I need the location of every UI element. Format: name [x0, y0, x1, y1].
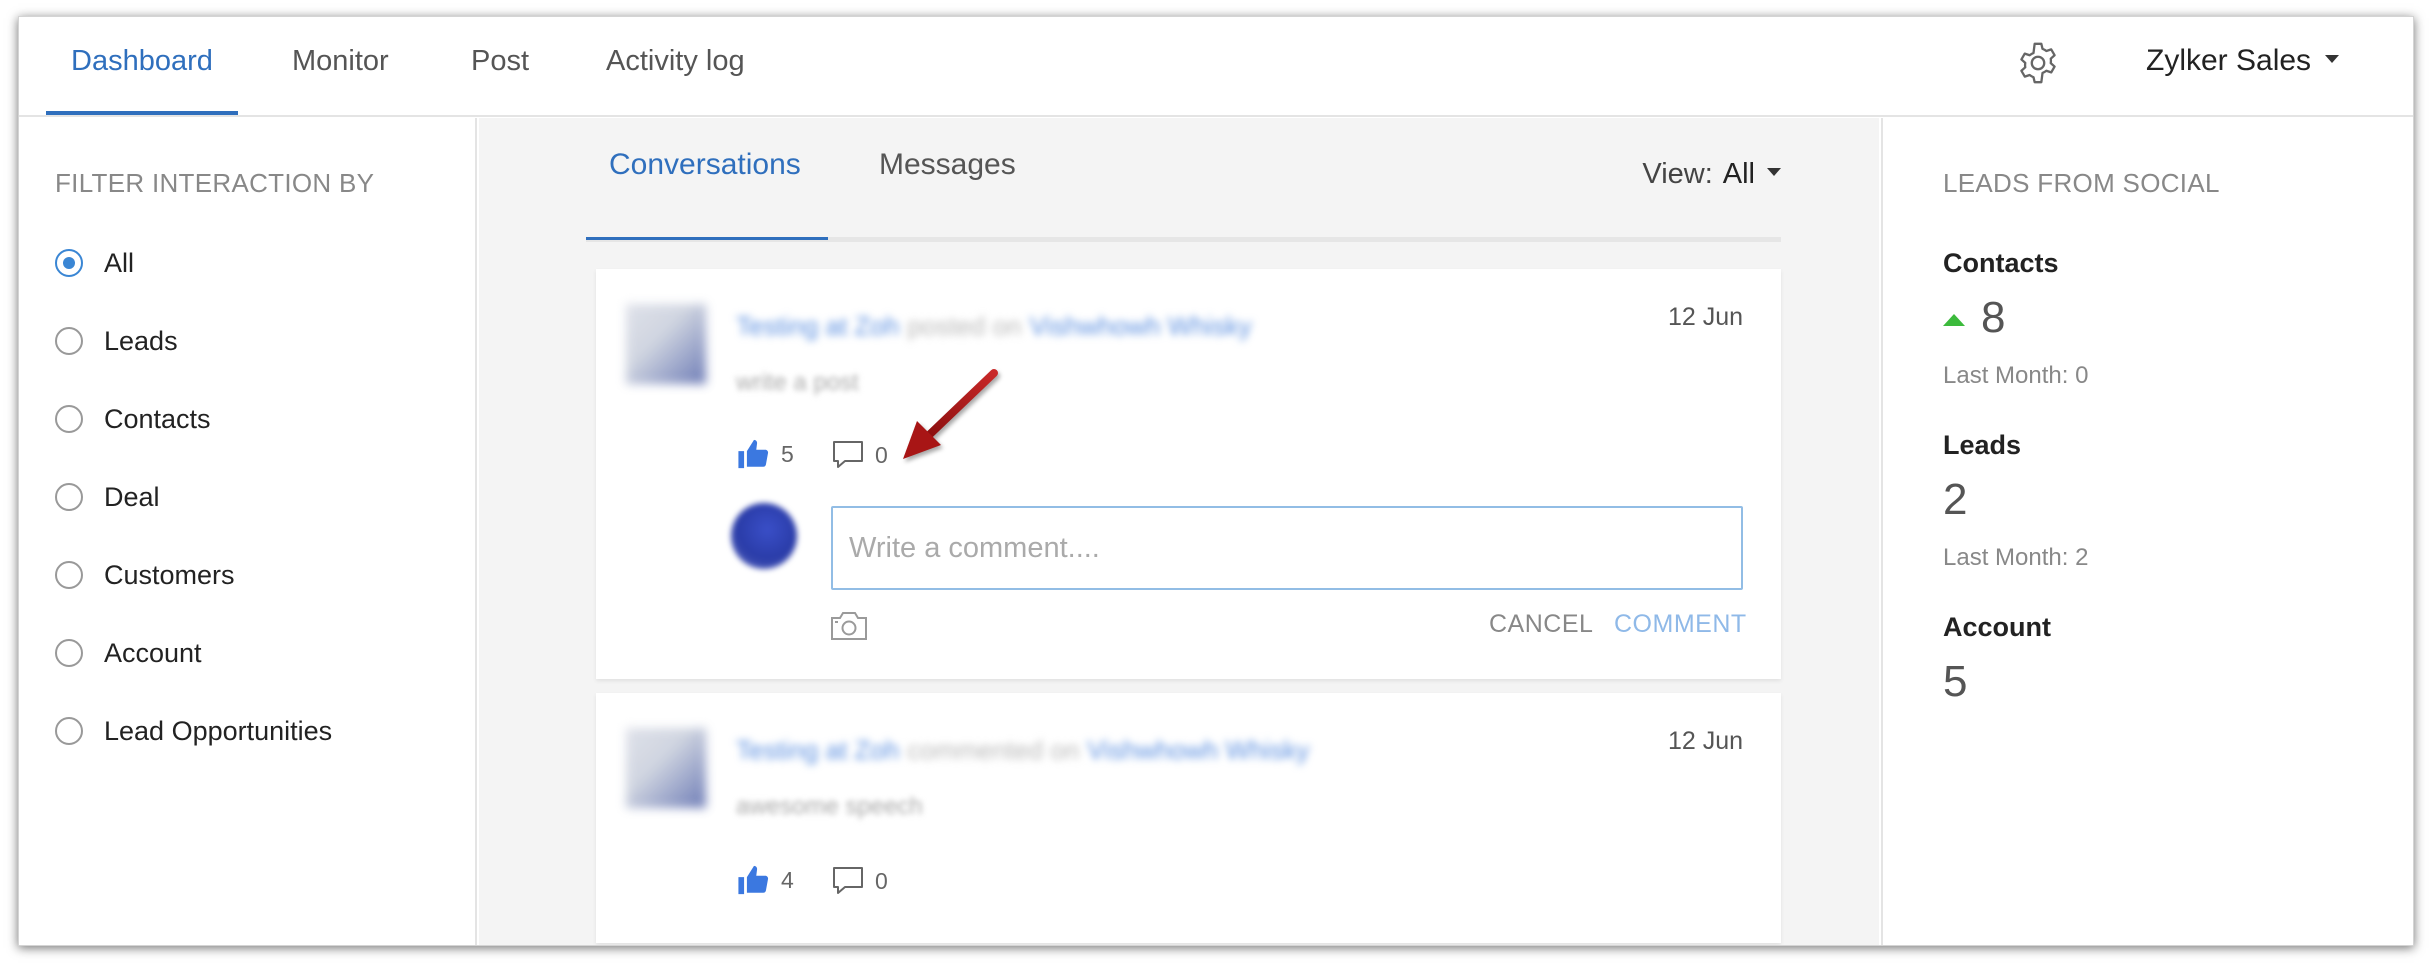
- post-header: Testing at Zoh posted on Vishwhowh Whisky: [736, 311, 1336, 341]
- post-date: 12 Jun: [1667, 303, 1743, 331]
- post-card: Testing at Zoh commented on Vishwhowh Whis…: [596, 693, 1781, 943]
- post-body: awesome speech: [736, 793, 923, 820]
- app-window: Dashboard Monitor Post Activity log Zylk…: [18, 16, 2414, 946]
- comment-input[interactable]: [831, 506, 1743, 590]
- filter-option-customers[interactable]: Customers: [55, 555, 235, 595]
- nav-tab-post[interactable]: Post: [471, 17, 529, 117]
- comment-submit-button[interactable]: COMMENT: [1614, 610, 1747, 639]
- filter-option-leads[interactable]: Leads: [55, 321, 178, 361]
- leads-label: Leads: [1943, 430, 2022, 460]
- post-body: write a post: [736, 369, 859, 396]
- filter-option-lead-opportunities[interactable]: Lead Opportunities: [55, 711, 332, 751]
- thumbs-up-icon: [738, 865, 769, 895]
- filter-option-contacts[interactable]: Contacts: [55, 399, 211, 439]
- post-card: Testing at Zoh posted on Vishwhowh Whisky …: [596, 269, 1781, 679]
- active-tab-indicator: [46, 111, 238, 115]
- comment-count: 0: [875, 867, 888, 894]
- post-action: posted on: [907, 311, 1022, 341]
- leads-last-month: Last Month: 2: [1943, 544, 2089, 571]
- conversation-feed: Conversations Messages View: All Testing …: [479, 118, 1879, 945]
- thumbs-up-icon: [738, 439, 769, 469]
- like-count: 4: [781, 866, 794, 893]
- caret-down-icon: [2325, 55, 2340, 64]
- leads-from-social-panel: LEADS FROM SOCIAL Contacts 8 Last Month:…: [1881, 118, 2413, 945]
- post-action: commented on: [907, 735, 1080, 765]
- post-date: 12 Jun: [1667, 727, 1743, 755]
- view-value: All: [1722, 158, 1755, 190]
- post-author-link[interactable]: Testing at Zoh: [736, 735, 899, 765]
- post-thumbnail: [626, 304, 706, 384]
- filter-option-deal[interactable]: Deal: [55, 477, 160, 517]
- filter-heading: FILTER INTERACTION BY: [55, 168, 375, 198]
- like-button[interactable]: 4: [737, 863, 794, 897]
- filter-option-label: Customers: [104, 559, 235, 590]
- comment-count-button[interactable]: 0: [831, 865, 888, 897]
- annotation-arrow-icon: [903, 369, 998, 459]
- post-thumbnail: [626, 728, 706, 808]
- filter-option-label: Deal: [104, 481, 160, 512]
- post-page-link[interactable]: Vishwhowh Whisky: [1087, 735, 1309, 765]
- filter-option-label: Lead Opportunities: [104, 715, 333, 746]
- contacts-value: 8: [1943, 293, 2005, 343]
- post-page-link[interactable]: Vishwhowh Whisky: [1030, 311, 1252, 341]
- leads-count: 2: [1943, 475, 1968, 524]
- radio-button[interactable]: [55, 561, 83, 589]
- account-count: 5: [1943, 657, 1968, 706]
- filter-option-label: Leads: [104, 325, 178, 356]
- contacts-count: 8: [1981, 293, 2006, 342]
- account-label: Account: [1943, 612, 2051, 642]
- view-filter-dropdown[interactable]: View: All: [1642, 158, 1781, 191]
- avatar: [731, 503, 797, 569]
- account-menu[interactable]: Zylker Sales: [2146, 17, 2340, 105]
- filter-option-label: Account: [104, 637, 202, 668]
- nav-tab-activity-log[interactable]: Activity log: [606, 17, 745, 117]
- comment-count-button[interactable]: 0: [831, 439, 888, 471]
- contacts-label: Contacts: [1943, 248, 2059, 278]
- tab-messages[interactable]: Messages: [879, 148, 1016, 182]
- filter-option-label: Contacts: [104, 403, 211, 434]
- radio-button[interactable]: [55, 327, 83, 355]
- comment-count: 0: [875, 441, 888, 468]
- leads-panel-heading: LEADS FROM SOCIAL: [1943, 168, 2220, 198]
- filter-option-all[interactable]: All: [55, 243, 134, 283]
- radio-button[interactable]: [55, 717, 83, 745]
- radio-button[interactable]: [55, 639, 83, 667]
- filter-option-account[interactable]: Account: [55, 633, 202, 673]
- tab-conversations[interactable]: Conversations: [609, 148, 801, 182]
- account-name: Zylker Sales: [2146, 44, 2312, 77]
- trend-up-icon: [1943, 314, 1965, 326]
- like-button[interactable]: 5: [737, 437, 794, 471]
- gear-icon[interactable]: [2015, 40, 2061, 86]
- nav-tab-dashboard[interactable]: Dashboard: [71, 17, 213, 117]
- active-tab-indicator: [586, 237, 828, 240]
- radio-button[interactable]: [55, 405, 83, 433]
- comment-bubble-icon: [833, 867, 863, 894]
- filter-panel: FILTER INTERACTION BY All Leads Contacts…: [19, 118, 477, 945]
- like-count: 5: [781, 440, 794, 467]
- caret-down-icon: [1767, 168, 1781, 177]
- radio-button[interactable]: [55, 249, 83, 277]
- radio-button[interactable]: [55, 483, 83, 511]
- nav-tab-monitor[interactable]: Monitor: [292, 17, 389, 117]
- top-navigation: Dashboard Monitor Post Activity log Zylk…: [19, 17, 2413, 117]
- filter-option-label: All: [104, 247, 135, 278]
- camera-icon[interactable]: [830, 610, 868, 642]
- contacts-last-month: Last Month: 0: [1943, 362, 2089, 389]
- feed-tabs: Conversations Messages View: All: [586, 118, 1781, 242]
- post-header: Testing at Zoh commented on Vishwhowh Whis…: [736, 735, 1336, 765]
- cancel-button[interactable]: CANCEL: [1489, 610, 1593, 639]
- view-label: View:: [1642, 158, 1713, 190]
- comment-bubble-icon: [833, 441, 863, 468]
- post-author-link[interactable]: Testing at Zoh: [736, 311, 899, 341]
